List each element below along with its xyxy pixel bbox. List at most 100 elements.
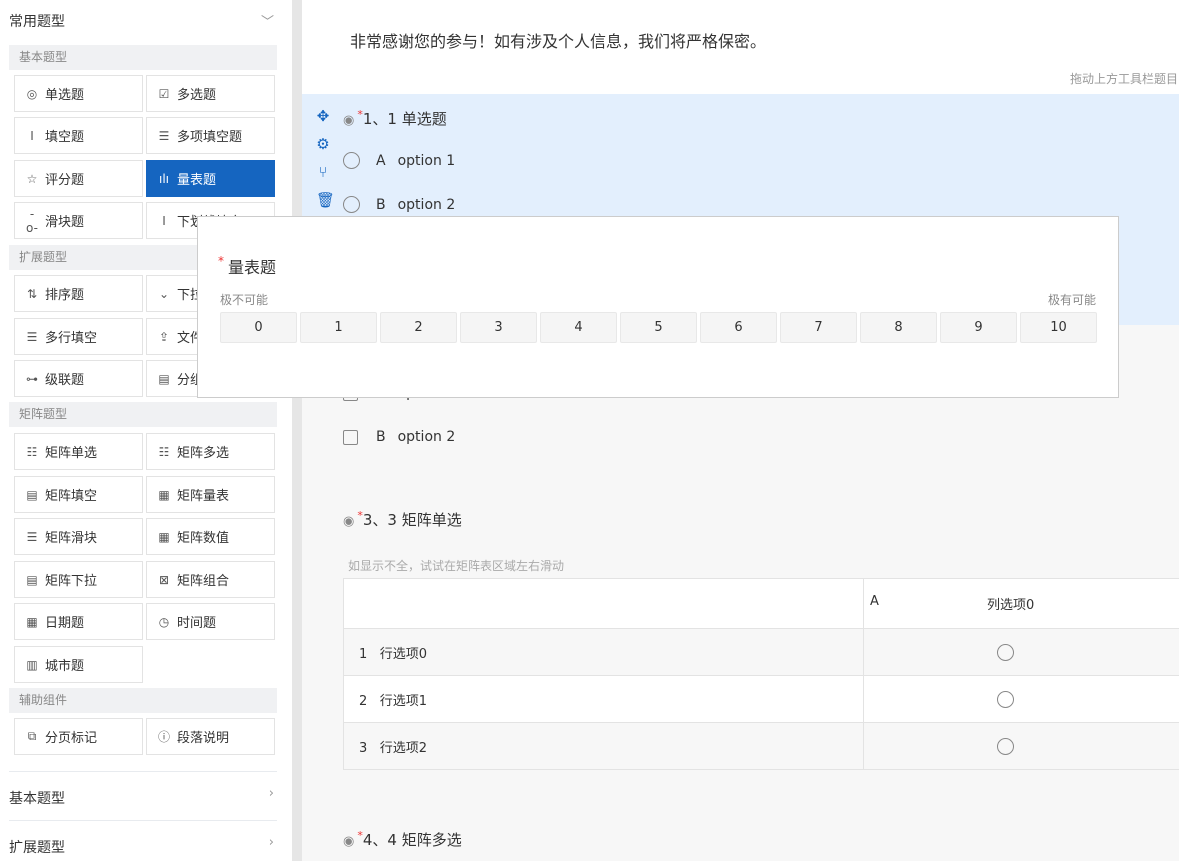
section-basic-types[interactable]: 基本题型 — [9, 788, 65, 808]
chevron-down-icon[interactable]: ﹀ — [261, 11, 274, 30]
scale-question-preview-popup: * 量表题 极不可能 极有可能 0 1 2 3 4 5 6 7 8 9 10 — [197, 216, 1119, 398]
header-cell — [343, 578, 864, 629]
group-header: 基本题型 — [9, 45, 277, 70]
scale-options: 0 1 2 3 4 5 6 7 8 9 10 — [220, 312, 1097, 343]
question-type-item[interactable]: ☑ 多选题 — [146, 75, 275, 112]
checkbox[interactable] — [343, 429, 358, 445]
question-3-title[interactable]: ◉ *3、3 矩阵单选 — [343, 509, 462, 530]
eye-icon[interactable]: ◉ — [343, 514, 354, 529]
option[interactable]: Aoption 1 — [343, 152, 455, 169]
scale-option[interactable]: 8 — [860, 312, 937, 343]
question-type-icon: ⇪ — [158, 329, 170, 344]
question-type-sidebar: 常用题型 ﹀ 基本题型 ◎ 单选题 ☑ 多选题 Ⅰ 填空题 ☰ 多项填空题 ☆ 评分题 ılı 量表题 -… — [0, 0, 292, 861]
radio-button[interactable] — [343, 152, 360, 169]
question-type-item[interactable]: ⇅ 排序题 — [14, 275, 143, 312]
question-type-item[interactable]: Ⅰ 填空题 — [14, 117, 143, 154]
drag-hint: 拖动上方工具栏题目 — [1070, 72, 1179, 86]
question-type-label: 多选题 — [177, 88, 217, 103]
question-type-icon: ⧉ — [27, 729, 37, 743]
group-header: 辅助组件 — [9, 688, 277, 713]
question-type-icon: ☆ — [26, 171, 38, 186]
scale-high-label: 极有可能 — [1047, 293, 1096, 307]
scale-option[interactable]: 4 — [540, 312, 617, 343]
question-type-item[interactable]: ☰ 多行填空 — [14, 318, 143, 355]
question-type-item[interactable]: ☆ 评分题 — [14, 160, 143, 197]
option[interactable]: Boption 2 — [343, 196, 455, 213]
table-row: 2 行选项1 — [343, 675, 1179, 723]
question-title[interactable]: ◉ *1、1 单选题 — [343, 108, 447, 129]
question-type-icon: ◷ — [158, 614, 170, 629]
question-type-item[interactable]: ▤ 矩阵填空 — [14, 476, 143, 513]
branch-logic-icon[interactable]: ⑂ — [316, 158, 330, 186]
question-type-item[interactable]: ◎ 单选题 — [14, 75, 143, 112]
chevron-right-icon[interactable]: › — [269, 786, 274, 801]
question-type-item[interactable]: ⓘ 段落说明 — [146, 718, 275, 755]
question-type-label: 量表题 — [177, 173, 217, 188]
radio-button[interactable] — [997, 643, 1014, 661]
question-type-icon: ▤ — [158, 371, 170, 386]
question-type-item[interactable]: ☷ 矩阵多选 — [146, 433, 275, 470]
scale-option[interactable]: 9 — [940, 312, 1017, 343]
question-type-label: 矩阵量表 — [177, 489, 230, 504]
eye-icon[interactable]: ◉ — [343, 834, 354, 849]
question-type-item[interactable]: ⧉ 分页标记 — [14, 718, 143, 755]
section-common-types[interactable]: 常用题型 — [9, 11, 65, 31]
option-text: option 1 — [397, 152, 456, 169]
question-type-icon: ▦ — [158, 487, 170, 502]
question-type-icon: ▤ — [26, 572, 38, 587]
question-type-label: 矩阵单选 — [45, 446, 98, 461]
radio-button[interactable] — [997, 690, 1014, 708]
question-4-title[interactable]: ◉ *4、4 矩阵多选 — [343, 829, 462, 850]
intro-text: 非常感谢您的参与！如有涉及个人信息，我们将严格保密。 — [350, 32, 767, 51]
question-type-label: 矩阵多选 — [177, 446, 230, 461]
question-type-label: 矩阵填空 — [45, 489, 98, 504]
eye-icon[interactable]: ◉ — [343, 113, 354, 128]
radio-button[interactable] — [997, 737, 1014, 755]
matrix-scroll-hint: 如显示不全，试试在矩阵表区域左右滑动 — [348, 559, 565, 573]
row-label: 行选项2 — [379, 740, 427, 756]
trash-icon[interactable]: 🗑 — [316, 186, 335, 214]
question-type-icon: ☰ — [158, 128, 170, 143]
scale-option[interactable]: 1 — [300, 312, 377, 343]
scale-option[interactable]: 7 — [780, 312, 857, 343]
question-type-label: 日期题 — [45, 616, 85, 631]
popup-title-text: 量表题 — [228, 258, 277, 277]
header-cell: A 列选项0 — [863, 578, 1179, 629]
scale-option[interactable]: 2 — [380, 312, 457, 343]
question-type-item[interactable]: ⊠ 矩阵组合 — [146, 561, 275, 598]
question-type-item[interactable]: ◷ 时间题 — [146, 603, 275, 640]
question-type-item[interactable]: ▥ 城市题 — [14, 646, 143, 683]
chevron-right-icon[interactable]: › — [269, 835, 274, 850]
scale-option[interactable]: 5 — [620, 312, 697, 343]
question-type-label: 级联题 — [45, 373, 85, 388]
row-label: 行选项0 — [379, 646, 427, 662]
option-letter: B — [376, 429, 386, 445]
radio-button[interactable] — [343, 196, 360, 213]
gear-icon[interactable]: ⚙ — [316, 130, 330, 158]
table-header-row: A 列选项0 — [343, 578, 1179, 629]
question-type-item[interactable]: ▦ 日期题 — [14, 603, 143, 640]
question-type-item[interactable]: ▤ 矩阵下拉 — [14, 561, 143, 598]
option[interactable]: Boption 2 — [343, 429, 455, 445]
scale-option[interactable]: 6 — [700, 312, 777, 343]
question-type-item[interactable]: ılı 量表题 — [146, 160, 275, 197]
scale-option[interactable]: 10 — [1020, 312, 1097, 343]
question-type-item[interactable]: ⊶ 级联题 — [14, 360, 143, 397]
survey-intro: 非常感谢您的参与！如有涉及个人信息，我们将严格保密。 拖动上方工具栏题目 — [302, 0, 1179, 94]
scale-option[interactable]: 0 — [220, 312, 297, 343]
question-title-text: 4、4 矩阵多选 — [362, 831, 462, 849]
move-icon[interactable]: ✥ — [316, 102, 330, 130]
question-type-item[interactable]: ▦ 矩阵数值 — [146, 518, 275, 555]
question-type-item[interactable]: -o- 滑块题 — [14, 202, 143, 239]
table-row: 1 行选项0 — [343, 628, 1179, 676]
question-type-item[interactable]: ☰ 多项填空题 — [146, 117, 275, 154]
question-type-item[interactable]: ☷ 矩阵单选 — [14, 433, 143, 470]
section-extended-types[interactable]: 扩展题型 — [9, 837, 65, 857]
sidebar-scrollbar[interactable] — [292, 0, 302, 861]
column-label: 列选项0 — [987, 598, 1035, 613]
question-type-item[interactable]: ☰ 矩阵滑块 — [14, 518, 143, 555]
question-type-icon: ⌄ — [158, 286, 170, 301]
question-type-item[interactable]: ▦ 矩阵量表 — [146, 476, 275, 513]
question-type-icon: ☷ — [26, 444, 38, 459]
scale-option[interactable]: 3 — [460, 312, 537, 343]
